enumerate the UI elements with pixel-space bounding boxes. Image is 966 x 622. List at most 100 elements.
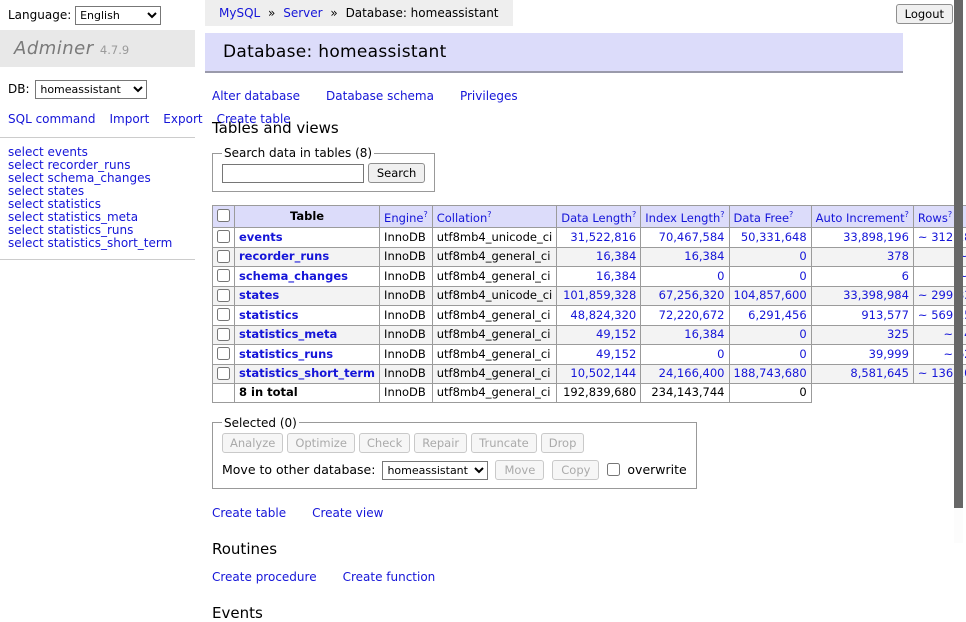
data-length-link[interactable]: 101,859,328 (563, 288, 636, 302)
table-link-states[interactable]: states (239, 288, 279, 302)
help-icon[interactable]: ? (948, 210, 952, 219)
move-database-select[interactable]: homeassistant (382, 461, 488, 480)
row-checkbox[interactable] (217, 367, 230, 380)
data-free-link[interactable]: 0 (799, 347, 806, 361)
data-free-link[interactable]: 50,331,648 (741, 230, 807, 244)
data-free-link[interactable]: 6,291,456 (748, 308, 807, 322)
data-length-link[interactable]: 49,152 (596, 347, 636, 361)
action-link-database-schema[interactable]: Database schema (326, 89, 434, 103)
index-length-link[interactable]: 72,220,672 (659, 308, 725, 322)
repair-button[interactable]: Repair (414, 433, 467, 453)
row-checkbox[interactable] (217, 230, 230, 243)
optimize-button[interactable]: Optimize (287, 433, 355, 453)
search-input[interactable] (222, 164, 364, 183)
truncate-button[interactable]: Truncate (471, 433, 537, 453)
table-row-statistics-meta: statistics_metaInnoDButf8mb4_general_ci4… (213, 325, 966, 345)
index-length-cell: 67,256,320 (641, 286, 729, 306)
search-fieldset: Search data in tables (8) Search (212, 146, 435, 192)
auto-increment-link[interactable]: 6 (902, 269, 909, 283)
index-length-link[interactable]: 0 (717, 347, 724, 361)
auto-increment-link[interactable]: 33,898,196 (843, 230, 909, 244)
routines-link-create-procedure[interactable]: Create procedure (212, 570, 317, 584)
row-checkbox[interactable] (217, 308, 230, 321)
column-header-link-data-free[interactable]: Data Free (734, 211, 790, 225)
action-link-alter-database[interactable]: Alter database (212, 89, 300, 103)
column-header-link-engine[interactable]: Engine (384, 211, 423, 225)
auto-increment-link[interactable]: 39,999 (869, 347, 909, 361)
data-length-link[interactable]: 31,522,816 (570, 230, 636, 244)
select-all-checkbox[interactable] (217, 209, 230, 222)
engine-cell: InnoDB (380, 364, 433, 384)
data-length-link[interactable]: 48,824,320 (570, 308, 636, 322)
data-free-link[interactable]: 0 (799, 269, 806, 283)
drop-button[interactable]: Drop (541, 433, 585, 453)
language-select[interactable]: English (75, 6, 161, 25)
routines-link-create-function[interactable]: Create function (343, 570, 436, 584)
index-length-link[interactable]: 16,384 (684, 327, 724, 341)
help-icon[interactable]: ? (632, 210, 636, 219)
column-header-link-auto-increment[interactable]: Auto Increment (816, 211, 905, 225)
help-icon[interactable]: ? (720, 210, 724, 219)
column-header-link-rows[interactable]: Rows (918, 211, 948, 225)
data-length-link[interactable]: 49,152 (596, 327, 636, 341)
auto-increment-link[interactable]: 8,581,645 (850, 366, 909, 380)
search-button[interactable]: Search (368, 163, 426, 183)
overwrite-checkbox[interactable] (607, 463, 620, 476)
row-checkbox[interactable] (217, 289, 230, 302)
help-icon[interactable]: ? (905, 210, 909, 219)
db-select[interactable]: homeassistant (35, 80, 147, 99)
table-link-statistics-short-term[interactable]: statistics_short_term (239, 366, 375, 380)
data-length-link[interactable]: 16,384 (596, 249, 636, 263)
help-icon[interactable]: ? (423, 210, 427, 219)
menu-link-import[interactable]: Import (109, 112, 149, 126)
breadcrumb-link-mysql[interactable]: MySQL (219, 6, 260, 20)
table-link-statistics-meta[interactable]: statistics_meta (239, 327, 337, 341)
row-checkbox[interactable] (217, 347, 230, 360)
footer-link-create-table[interactable]: Create table (212, 506, 286, 520)
check-button[interactable]: Check (359, 433, 410, 453)
logout-button[interactable]: Logout (896, 4, 953, 24)
analyze-button[interactable]: Analyze (222, 433, 283, 453)
action-link-privileges[interactable]: Privileges (460, 89, 518, 103)
data-free-link[interactable]: 0 (799, 249, 806, 263)
row-checkbox[interactable] (217, 250, 230, 263)
row-select-cell (213, 364, 235, 384)
help-icon[interactable]: ? (487, 210, 491, 219)
data-free-link[interactable]: 104,857,600 (734, 288, 807, 302)
menu-link-export[interactable]: Export (163, 112, 202, 126)
vertical-scrollbar[interactable] (954, 0, 963, 543)
menu-link-sql-command[interactable]: SQL command (8, 112, 95, 126)
breadcrumb-link-server[interactable]: Server (283, 6, 322, 20)
scrollbar-thumb[interactable] (954, 0, 963, 508)
data-length-link[interactable]: 16,384 (596, 269, 636, 283)
sidebar-link-select-statistics-short-term[interactable]: select statistics_short_term (8, 237, 187, 250)
index-length-link[interactable]: 70,467,584 (659, 230, 725, 244)
row-checkbox[interactable] (217, 269, 230, 282)
auto-increment-link[interactable]: 33,398,984 (843, 288, 909, 302)
column-header-link-data-length[interactable]: Data Length (561, 211, 632, 225)
row-checkbox[interactable] (217, 328, 230, 341)
index-length-link[interactable]: 0 (717, 269, 724, 283)
table-link-statistics[interactable]: statistics (239, 308, 299, 322)
copy-button[interactable]: Copy (552, 460, 599, 480)
index-length-link[interactable]: 67,256,320 (659, 288, 725, 302)
data-free-link[interactable]: 188,743,680 (734, 366, 807, 380)
auto-increment-link[interactable]: 325 (887, 327, 909, 341)
table-link-recorder-runs[interactable]: recorder_runs (239, 249, 329, 263)
index-length-link[interactable]: 16,384 (684, 249, 724, 263)
total-trailing-cell (811, 384, 966, 403)
data-free-link[interactable]: 0 (799, 327, 806, 341)
table-link-statistics-runs[interactable]: statistics_runs (239, 347, 333, 361)
column-header-link-collation[interactable]: Collation (437, 211, 488, 225)
index-length-link[interactable]: 24,166,400 (659, 366, 725, 380)
data-length-link[interactable]: 10,502,144 (570, 366, 636, 380)
table-link-schema-changes[interactable]: schema_changes (239, 269, 348, 283)
auto-increment-link[interactable]: 913,577 (861, 308, 909, 322)
help-icon[interactable]: ? (789, 210, 793, 219)
column-header-link-index-length[interactable]: Index Length (645, 211, 720, 225)
total-data-free-cell: 0 (729, 384, 811, 403)
footer-link-create-view[interactable]: Create view (312, 506, 383, 520)
table-link-events[interactable]: events (239, 230, 283, 244)
move-button[interactable]: Move (495, 460, 544, 480)
auto-increment-link[interactable]: 378 (887, 249, 909, 263)
